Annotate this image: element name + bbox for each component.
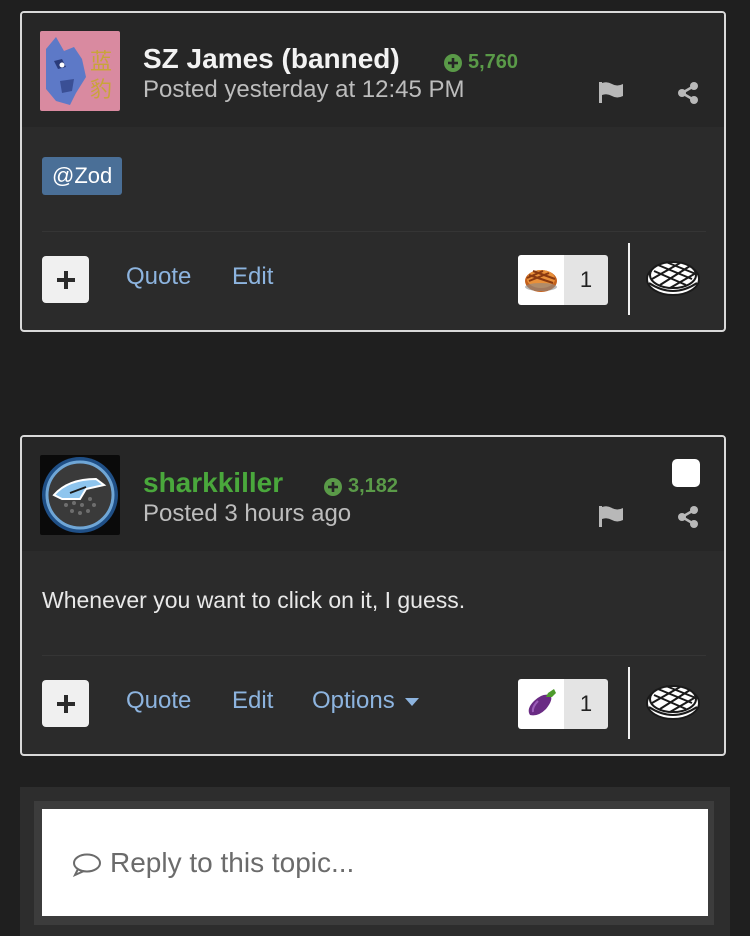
author-name[interactable]: sharkkiller: [143, 467, 283, 499]
flag-icon[interactable]: [598, 505, 624, 527]
plus-icon: [56, 270, 75, 289]
post-text: Whenever you want to click on it, I gues…: [42, 587, 466, 613]
quote-button[interactable]: Quote: [126, 263, 191, 291]
post-actions: Quote Edit Options 1: [22, 657, 724, 754]
author-avatar[interactable]: [40, 455, 120, 535]
options-label: Options: [312, 687, 395, 714]
user-mention[interactable]: @Zod: [42, 157, 123, 195]
post-content: Whenever you want to click on it, I gues…: [42, 551, 706, 656]
reaction-summary[interactable]: 1: [518, 679, 608, 729]
page: 蓝 豹 SZ James (banned) 5,760 Posted yeste…: [0, 0, 750, 936]
reputation-badge: 5,760: [444, 51, 518, 74]
reputation-badge: 3,182: [324, 475, 398, 498]
post-timestamp[interactable]: Posted 3 hours ago: [143, 500, 351, 528]
comment-bubble-icon: [72, 853, 101, 877]
reaction-count: 1: [564, 255, 608, 305]
reputation-count: 3,182: [348, 475, 399, 497]
select-post-checkbox[interactable]: [672, 459, 700, 487]
post-card: sharkkiller 3,182 Posted 3 hours ago Whe…: [20, 435, 726, 756]
post-content: @Zod: [42, 127, 706, 232]
reaction-count: 1: [564, 679, 608, 729]
plus-icon: [56, 694, 75, 713]
pie-react-icon[interactable]: [646, 255, 700, 297]
reply-input[interactable]: Reply to this topic...: [42, 809, 708, 916]
plus-circle-icon: [444, 53, 462, 72]
caret-down-icon: [404, 697, 419, 706]
pie-react-icon[interactable]: [646, 679, 700, 721]
edit-button[interactable]: Edit: [232, 687, 273, 715]
options-dropdown[interactable]: Options: [312, 687, 419, 715]
post-timestamp[interactable]: Posted yesterday at 12:45 PM: [143, 76, 465, 104]
post-header: 蓝 豹 SZ James (banned) 5,760 Posted yeste…: [22, 13, 724, 127]
edit-button[interactable]: Edit: [232, 263, 273, 291]
post-header: sharkkiller 3,182 Posted 3 hours ago: [22, 437, 724, 551]
pie-emoji-icon: [518, 255, 564, 305]
author-name[interactable]: SZ James (banned): [143, 43, 400, 75]
post-actions: Quote Edit 1: [22, 233, 724, 330]
reaction-summary[interactable]: 1: [518, 255, 608, 305]
reply-container: Reply to this topic...: [20, 787, 730, 936]
reputation-count: 5,760: [468, 51, 519, 73]
reply-placeholder: Reply to this topic...: [110, 847, 355, 878]
flag-icon[interactable]: [598, 81, 624, 103]
plus-circle-icon: [324, 477, 342, 496]
share-icon[interactable]: [676, 81, 700, 105]
share-icon[interactable]: [676, 505, 700, 529]
divider: [628, 243, 630, 315]
multiquote-button[interactable]: [42, 256, 89, 303]
svg-text:蓝: 蓝: [90, 50, 112, 75]
divider: [628, 667, 630, 739]
eggplant-emoji-icon: [518, 679, 564, 729]
post-card: 蓝 豹 SZ James (banned) 5,760 Posted yeste…: [20, 11, 726, 332]
svg-text:豹: 豹: [90, 78, 112, 103]
quote-button[interactable]: Quote: [126, 687, 191, 715]
multiquote-button[interactable]: [42, 680, 89, 727]
author-avatar[interactable]: 蓝 豹: [40, 31, 120, 111]
